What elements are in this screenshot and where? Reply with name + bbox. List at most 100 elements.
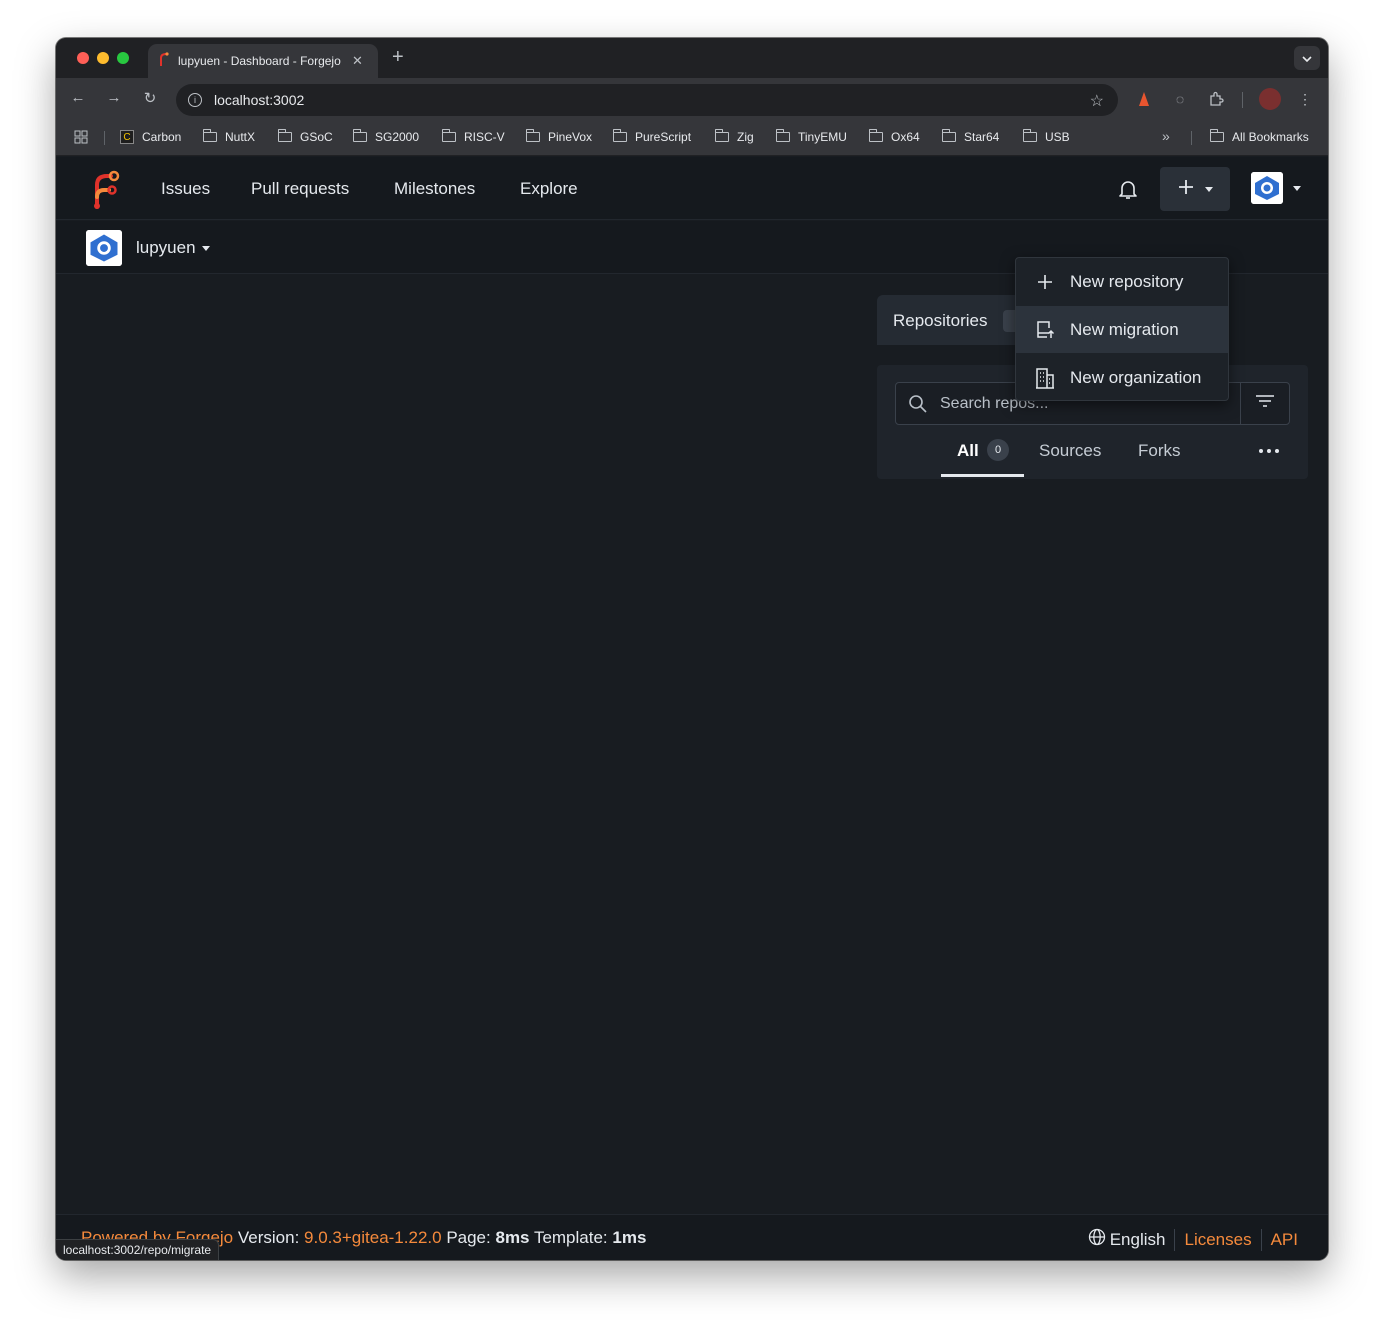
address-bar[interactable]: i localhost:3002 ☆ bbox=[176, 84, 1118, 116]
browser-toolbar: ← → ↻ i localhost:3002 ☆ ◌ ⋮ bbox=[56, 78, 1328, 120]
close-window-button[interactable] bbox=[77, 52, 89, 64]
more-options-icon[interactable] bbox=[1259, 449, 1279, 453]
bookmark-label: Star64 bbox=[964, 130, 1000, 144]
plus-icon bbox=[1034, 274, 1056, 290]
filter-all-count-badge: 0 bbox=[987, 439, 1009, 461]
globe-icon bbox=[1088, 1228, 1106, 1251]
page-time: 8ms bbox=[495, 1228, 530, 1247]
tab-bar: lupyuen - Dashboard - Forgejo ✕ + bbox=[56, 38, 1328, 78]
bookmark-folder-star64[interactable]: Star64 bbox=[941, 129, 1000, 144]
browser-tab[interactable]: lupyuen - Dashboard - Forgejo ✕ bbox=[148, 44, 378, 78]
browser-window: lupyuen - Dashboard - Forgejo ✕ + ← → ↻ … bbox=[56, 38, 1328, 1260]
nav-explore-link[interactable]: Explore bbox=[520, 179, 578, 199]
bookmark-folder-zig[interactable]: Zig bbox=[714, 129, 754, 144]
folder-icon bbox=[441, 129, 456, 142]
language-selector[interactable]: English bbox=[1088, 1228, 1166, 1251]
nav-issues-link[interactable]: Issues bbox=[161, 179, 210, 199]
minimize-window-button[interactable] bbox=[97, 52, 109, 64]
bookmark-label: PineVox bbox=[548, 130, 593, 144]
bookmark-star-icon[interactable]: ☆ bbox=[1090, 91, 1104, 111]
menu-item-new-repository[interactable]: New repository bbox=[1016, 258, 1228, 305]
bookmark-label: Carbon bbox=[142, 130, 182, 144]
bookmark-folder-tinyemu[interactable]: TinyEMU bbox=[775, 129, 847, 144]
folder-icon bbox=[1209, 129, 1224, 142]
context-user-name: lupyuen bbox=[136, 238, 196, 257]
template-time: 1ms bbox=[612, 1228, 647, 1247]
avatar bbox=[1251, 172, 1283, 204]
bookmark-label: Ox64 bbox=[891, 130, 920, 144]
tab-title: lupyuen - Dashboard - Forgejo bbox=[178, 54, 341, 68]
bookmark-label: Zig bbox=[737, 130, 754, 144]
forgejo-favicon-icon bbox=[158, 51, 170, 71]
new-tab-button[interactable]: + bbox=[392, 46, 404, 69]
link-status-bar: localhost:3002/repo/migrate bbox=[56, 1239, 220, 1260]
bookmark-folder-pinevox[interactable]: PineVox bbox=[525, 129, 593, 144]
filter-tab-sources[interactable]: Sources bbox=[1039, 441, 1101, 461]
all-bookmarks-folder[interactable]: All Bookmarks bbox=[1209, 129, 1309, 144]
address-url: localhost:3002 bbox=[214, 92, 305, 108]
apps-grid-icon[interactable] bbox=[74, 130, 88, 144]
nav-pull-requests-link[interactable]: Pull requests bbox=[251, 179, 349, 199]
filter-icon bbox=[1255, 394, 1275, 413]
folder-icon bbox=[775, 129, 790, 142]
bookmarks-separator bbox=[104, 131, 105, 145]
page-footer: Powered by Forgejo Version: 9.0.3+gitea-… bbox=[56, 1214, 1328, 1260]
bookmark-folder-riscv[interactable]: RISC-V bbox=[441, 129, 505, 144]
carbon-icon: C bbox=[120, 130, 134, 144]
sync-icon[interactable]: ◌ bbox=[1171, 90, 1189, 108]
site-info-icon[interactable]: i bbox=[188, 93, 202, 107]
forward-button[interactable]: → bbox=[104, 89, 124, 106]
back-button[interactable]: ← bbox=[68, 89, 88, 106]
folder-icon bbox=[202, 129, 217, 142]
bookmark-folder-gsoc[interactable]: GSoC bbox=[277, 129, 333, 144]
user-menu-button[interactable] bbox=[1251, 172, 1301, 204]
bookmarks-separator bbox=[1191, 131, 1192, 145]
reload-button[interactable]: ↻ bbox=[140, 89, 160, 107]
top-navbar: Issues Pull requests Milestones Explore bbox=[56, 157, 1328, 220]
bookmark-carbon[interactable]: C Carbon bbox=[120, 130, 181, 144]
search-icon bbox=[908, 394, 928, 419]
filter-button[interactable] bbox=[1240, 383, 1289, 424]
more-bookmarks-chevron-icon[interactable]: » bbox=[1162, 128, 1170, 144]
footer-separator bbox=[1174, 1228, 1176, 1251]
maximize-window-button[interactable] bbox=[117, 52, 129, 64]
language-label: English bbox=[1109, 1229, 1166, 1249]
nav-milestones-link[interactable]: Milestones bbox=[394, 179, 475, 199]
all-bookmarks-label: All Bookmarks bbox=[1232, 130, 1309, 144]
filter-tab-all[interactable]: All bbox=[957, 441, 979, 461]
plus-icon bbox=[1177, 178, 1195, 201]
profile-avatar[interactable] bbox=[1259, 88, 1281, 110]
version-label: Version: bbox=[237, 1228, 300, 1247]
context-user-switcher[interactable]: lupyuen bbox=[136, 238, 210, 258]
bookmark-folder-nuttx[interactable]: NuttX bbox=[202, 129, 255, 144]
bookmarks-bar: C Carbon NuttX GSoC SG2000 RISC-V PineVox… bbox=[56, 120, 1328, 156]
forgejo-logo-icon[interactable] bbox=[88, 169, 120, 214]
version-link[interactable]: 9.0.3+gitea-1.22.0 bbox=[304, 1228, 442, 1247]
bookmark-label: SG2000 bbox=[375, 130, 420, 144]
extension-icon[interactable] bbox=[1135, 90, 1153, 108]
create-new-button[interactable] bbox=[1160, 167, 1230, 211]
close-tab-icon[interactable]: ✕ bbox=[352, 53, 363, 69]
licenses-link[interactable]: Licenses bbox=[1184, 1230, 1251, 1250]
bookmark-folder-ox64[interactable]: Ox64 bbox=[868, 129, 920, 144]
api-link[interactable]: API bbox=[1271, 1230, 1298, 1250]
bookmark-folder-sg2000[interactable]: SG2000 bbox=[352, 129, 420, 144]
bookmark-label: RISC-V bbox=[464, 130, 505, 144]
folder-icon bbox=[525, 129, 540, 142]
puzzle-extensions-icon[interactable] bbox=[1207, 90, 1225, 108]
bookmark-folder-usb[interactable]: USB bbox=[1022, 129, 1070, 144]
page-label: Page: bbox=[446, 1228, 491, 1247]
menu-item-new-migration[interactable]: New migration bbox=[1016, 306, 1228, 353]
tab-search-button[interactable] bbox=[1294, 46, 1320, 70]
menu-item-new-organization[interactable]: New organization bbox=[1016, 354, 1228, 401]
browser-menu-icon[interactable]: ⋮ bbox=[1296, 90, 1314, 108]
folder-icon bbox=[352, 129, 367, 142]
bookmark-folder-purescript[interactable]: PureScript bbox=[612, 129, 692, 144]
bookmark-label: PureScript bbox=[635, 130, 692, 144]
tab-repositories[interactable]: Repositories bbox=[877, 295, 1023, 345]
menu-item-label: New organization bbox=[1070, 367, 1202, 387]
notifications-bell-icon[interactable] bbox=[1116, 177, 1140, 206]
organization-icon bbox=[1034, 367, 1056, 389]
caret-down-icon bbox=[201, 245, 210, 251]
filter-tab-forks[interactable]: Forks bbox=[1138, 441, 1181, 461]
